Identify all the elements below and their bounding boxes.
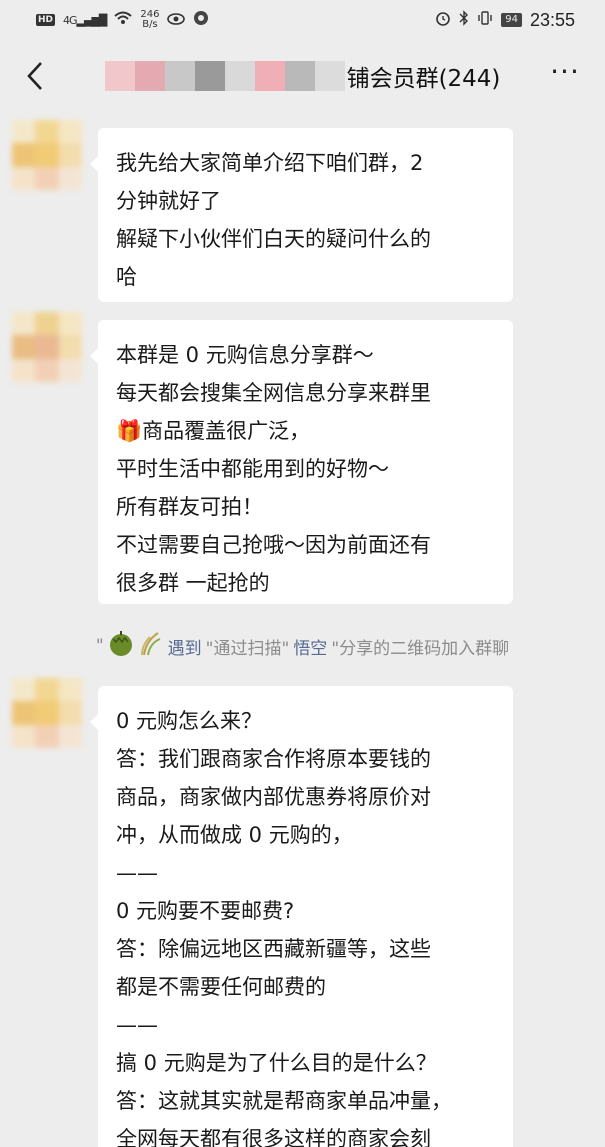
app-notification-icon (193, 10, 209, 30)
message-bubble[interactable]: 我先给大家简单介绍下咱们群，2 分钟就好了 解疑下小伙伴们白天的疑问什么的 哈 (90, 128, 513, 302)
notice-tail: "分享的二维码加入群聊 (331, 638, 510, 659)
message-line: 本群是 0 元购信息分享群～ (116, 343, 374, 367)
title-bar: 铺会员群(244) ··· (0, 40, 605, 112)
network-type: 4G (63, 13, 77, 27)
message-line: 都是不需要任何邮费的 (116, 975, 326, 999)
message-line: 哈 (116, 265, 137, 289)
more-options-button[interactable]: ··· (547, 58, 583, 86)
notice-text: "通过扫描" (205, 638, 290, 659)
title-redaction-mosaic (104, 61, 345, 91)
chat-title: 铺会员群(244) (346, 66, 501, 92)
message-line: 答：这就其实就是帮商家单品冲量， (116, 1089, 452, 1113)
network-speed: 246 B/s (140, 10, 159, 30)
message-bubble[interactable]: 本群是 0 元购信息分享群～ 每天都会搜集全网信息分享来群里 🎁商品覆盖很广泛，… (90, 320, 513, 604)
message-line: 商品，商家做内部优惠券将原价对 (116, 785, 431, 809)
chevron-left-icon (27, 62, 42, 90)
gift-emoji-icon: 🎁 (116, 419, 143, 443)
alarm-icon (435, 10, 451, 30)
message-line: 所有群友可拍！ (116, 495, 263, 519)
signal-icon: 4G▂▄▆█ (63, 13, 107, 27)
speed-unit: B/s (142, 19, 158, 30)
message-line: 很多群 一起抢的 (116, 571, 270, 595)
back-button[interactable] (20, 60, 50, 92)
message-line: 答：除偏远地区西藏新疆等，这些 (116, 937, 431, 961)
message-line: 全网每天都有很多这样的商家会刻 (116, 1127, 431, 1147)
wifi-icon (114, 11, 133, 29)
status-bar: HD 4G▂▄▆█ 246 B/s 94 23:55 (0, 0, 605, 40)
message-line: —— (116, 1013, 158, 1037)
message-line: 分钟就好了 (116, 189, 221, 213)
status-left: HD 4G▂▄▆█ 246 B/s (36, 10, 209, 30)
message-line: 答：我们跟商家合作将原本要钱的 (116, 747, 431, 771)
bluetooth-icon (459, 10, 469, 30)
ellipsis-icon: ··· (550, 55, 580, 88)
clock: 23:55 (529, 9, 575, 30)
message-line: 每天都会搜集全网信息分享来群里 (116, 381, 431, 405)
vibrate-icon (477, 10, 493, 30)
message-line: 搞 0 元购是为了什么目的是什么？ (116, 1051, 437, 1075)
battery-icon: 94 (501, 13, 522, 27)
message-line: 0 元购怎么来？ (116, 709, 263, 733)
hd-badge: HD (36, 14, 56, 26)
message-line: 平时生活中都能用到的好物～ (116, 457, 389, 481)
message-line: 0 元购要不要邮费? (116, 899, 295, 923)
message-bubble[interactable]: 0 元购怎么来？ 答：我们跟商家合作将原本要钱的 商品，商家做内部优惠券将原价对… (90, 686, 513, 1147)
avatar[interactable] (12, 120, 82, 190)
message-line: 冲，从而做成 0 元购的， (116, 823, 353, 847)
message-line: 我先给大家简单介绍下咱们群，2 (116, 151, 424, 175)
eye-icon (167, 11, 186, 29)
durian-icon (108, 629, 134, 663)
inviter-link[interactable]: 遇到 (168, 634, 202, 659)
avatar[interactable] (12, 312, 82, 382)
status-right: 94 23:55 (435, 10, 575, 31)
sharer-link[interactable]: 悟空 (293, 634, 327, 659)
message-line: 不过需要自己抢哦～因为前面还有 (116, 533, 431, 557)
message-line: 解疑下小伙伴们白天的疑问什么的 (116, 227, 431, 251)
message-line-text: 商品覆盖很广泛， (142, 419, 311, 443)
title-wrap: 铺会员群(244) (104, 59, 501, 93)
avatar[interactable] (12, 678, 82, 748)
message-line: 🎁商品覆盖很广泛， (116, 412, 495, 450)
message-line: —— (116, 861, 158, 885)
quote-mark: " (95, 636, 104, 656)
plant-icon (138, 629, 164, 663)
system-join-notice: " 遇到 "通过扫描" 悟空 "分享的二维码加入群聊 (0, 622, 605, 670)
